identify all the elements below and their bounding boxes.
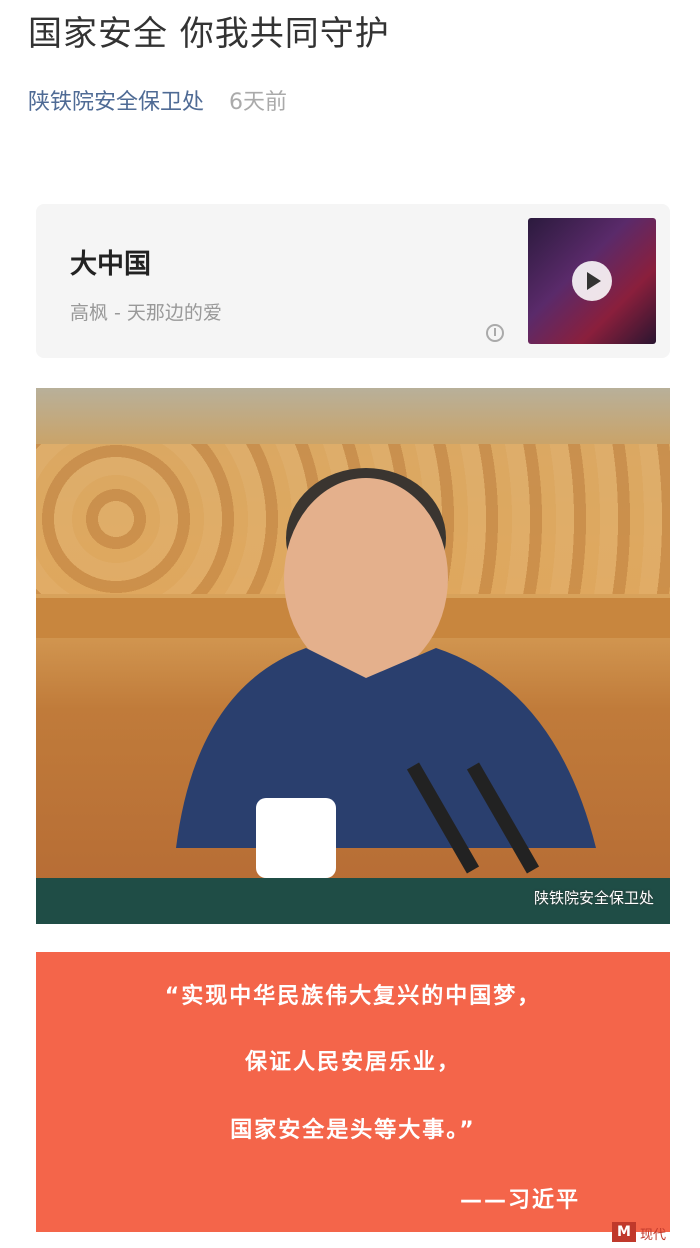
quote-box: “实现中华民族伟大复兴的中国梦， 保证人民安居乐业， 国家安全是头等大事。” —… <box>36 952 670 1232</box>
publish-time: 6天前 <box>229 90 288 115</box>
music-note-icon <box>486 324 504 342</box>
speaker-figure <box>176 468 596 878</box>
quote-source: ——习近平 <box>459 1188 580 1213</box>
album-cover[interactable] <box>528 218 656 344</box>
photo-watermark: 陕铁院安全保卫处 <box>533 889 654 907</box>
article-title: 国家安全 你我共同守护 <box>28 14 390 54</box>
site-logo-text: 现代 <box>640 1228 667 1243</box>
quote-line-1: “实现中华民族伟大复兴的中国梦， <box>164 984 542 1009</box>
site-logo-icon: M <box>612 1222 636 1242</box>
article-meta: 陕铁院安全保卫处 6天前 <box>28 84 287 116</box>
author-link[interactable]: 陕铁院安全保卫处 <box>28 90 204 115</box>
song-title: 大中国 <box>70 249 151 280</box>
quote-line-2: 保证人民安居乐业， <box>244 1050 461 1075</box>
article-photo: 陕铁院安全保卫处 <box>36 388 670 924</box>
play-icon[interactable] <box>572 261 612 301</box>
music-card[interactable]: 大中国 高枫 - 天那边的爱 <box>36 204 670 358</box>
quote-line-3: 国家安全是头等大事。” <box>230 1118 476 1143</box>
song-artist: 高枫 - 天那边的爱 <box>70 302 222 324</box>
